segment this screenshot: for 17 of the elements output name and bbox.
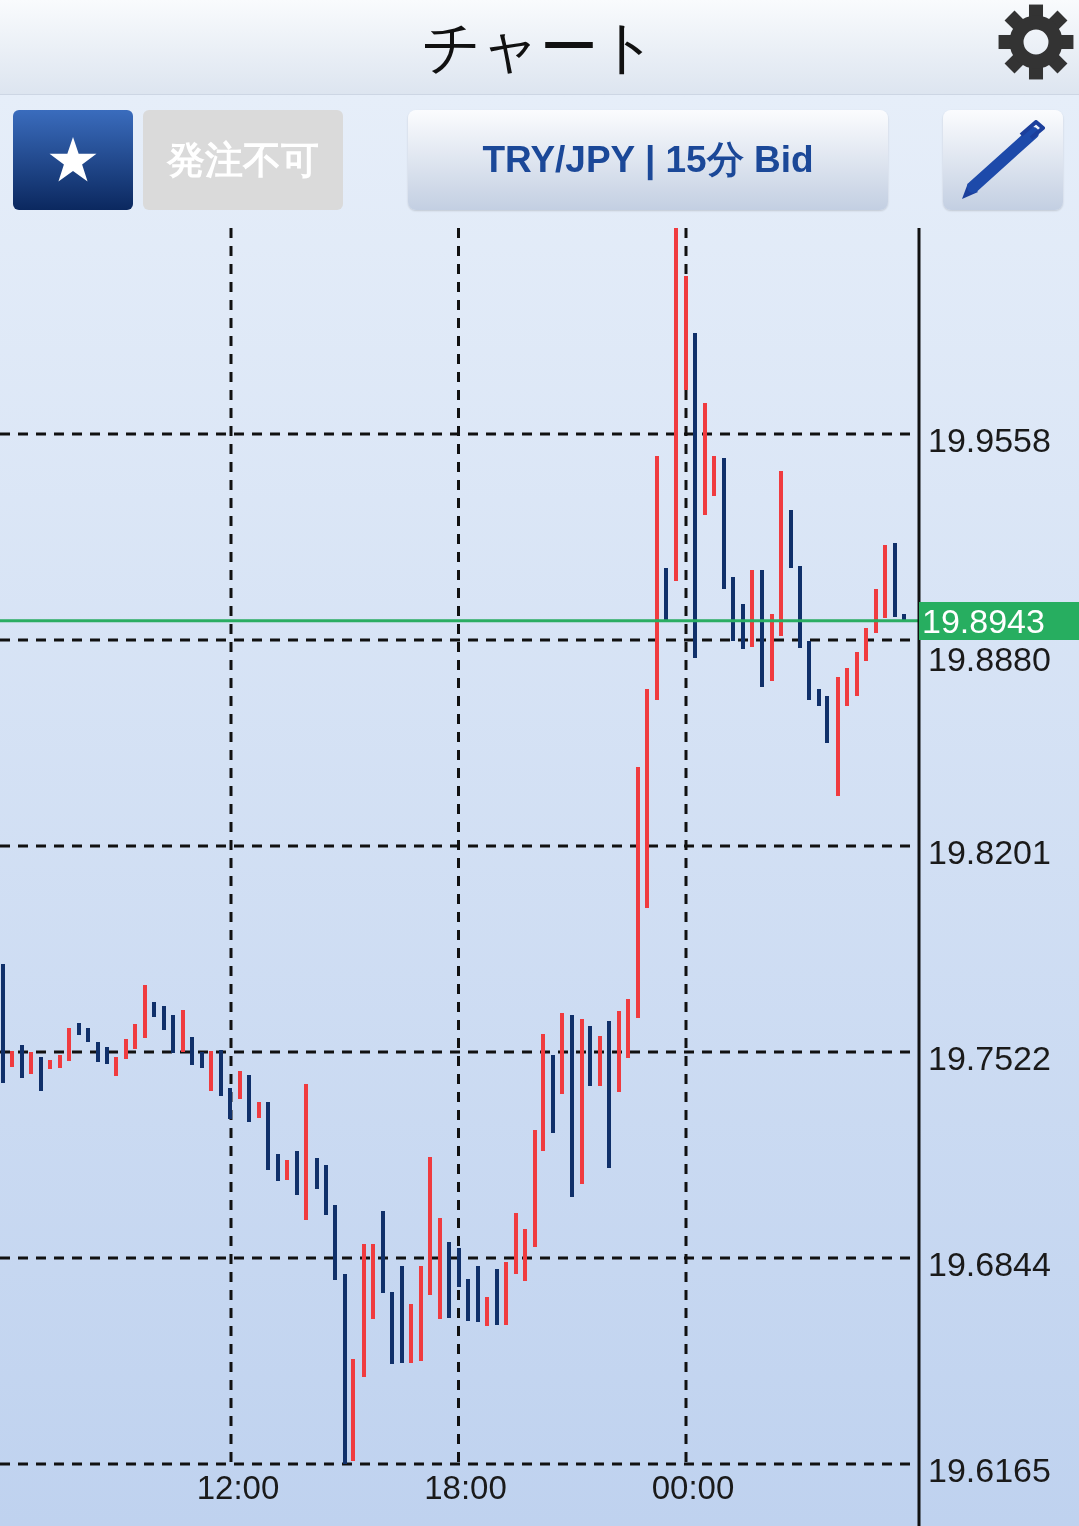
star-icon [49, 137, 97, 183]
price-label: 19.8201 [928, 834, 1051, 870]
screen-title: チャート [422, 12, 657, 82]
time-label: 12:00 [196, 1470, 280, 1506]
pen-icon [961, 120, 1045, 200]
price-label: 19.8880 [928, 640, 1051, 677]
symbol-button[interactable]: TRY/JPY | 15分 Bid [408, 110, 888, 210]
price-label: 19.6165 [928, 1452, 1051, 1488]
settings-icon[interactable] [997, 3, 1075, 81]
current-price-tag: 19.8943 [919, 601, 1079, 640]
price-label: 19.7522 [928, 1040, 1051, 1076]
favorite-button[interactable] [13, 110, 133, 210]
price-label: 19.9558 [928, 422, 1051, 458]
price-label: 19.6844 [928, 1246, 1051, 1282]
time-label: 00:00 [651, 1470, 735, 1506]
time-label: 18:00 [424, 1470, 507, 1506]
drawing-tool-button[interactable] [943, 110, 1063, 210]
